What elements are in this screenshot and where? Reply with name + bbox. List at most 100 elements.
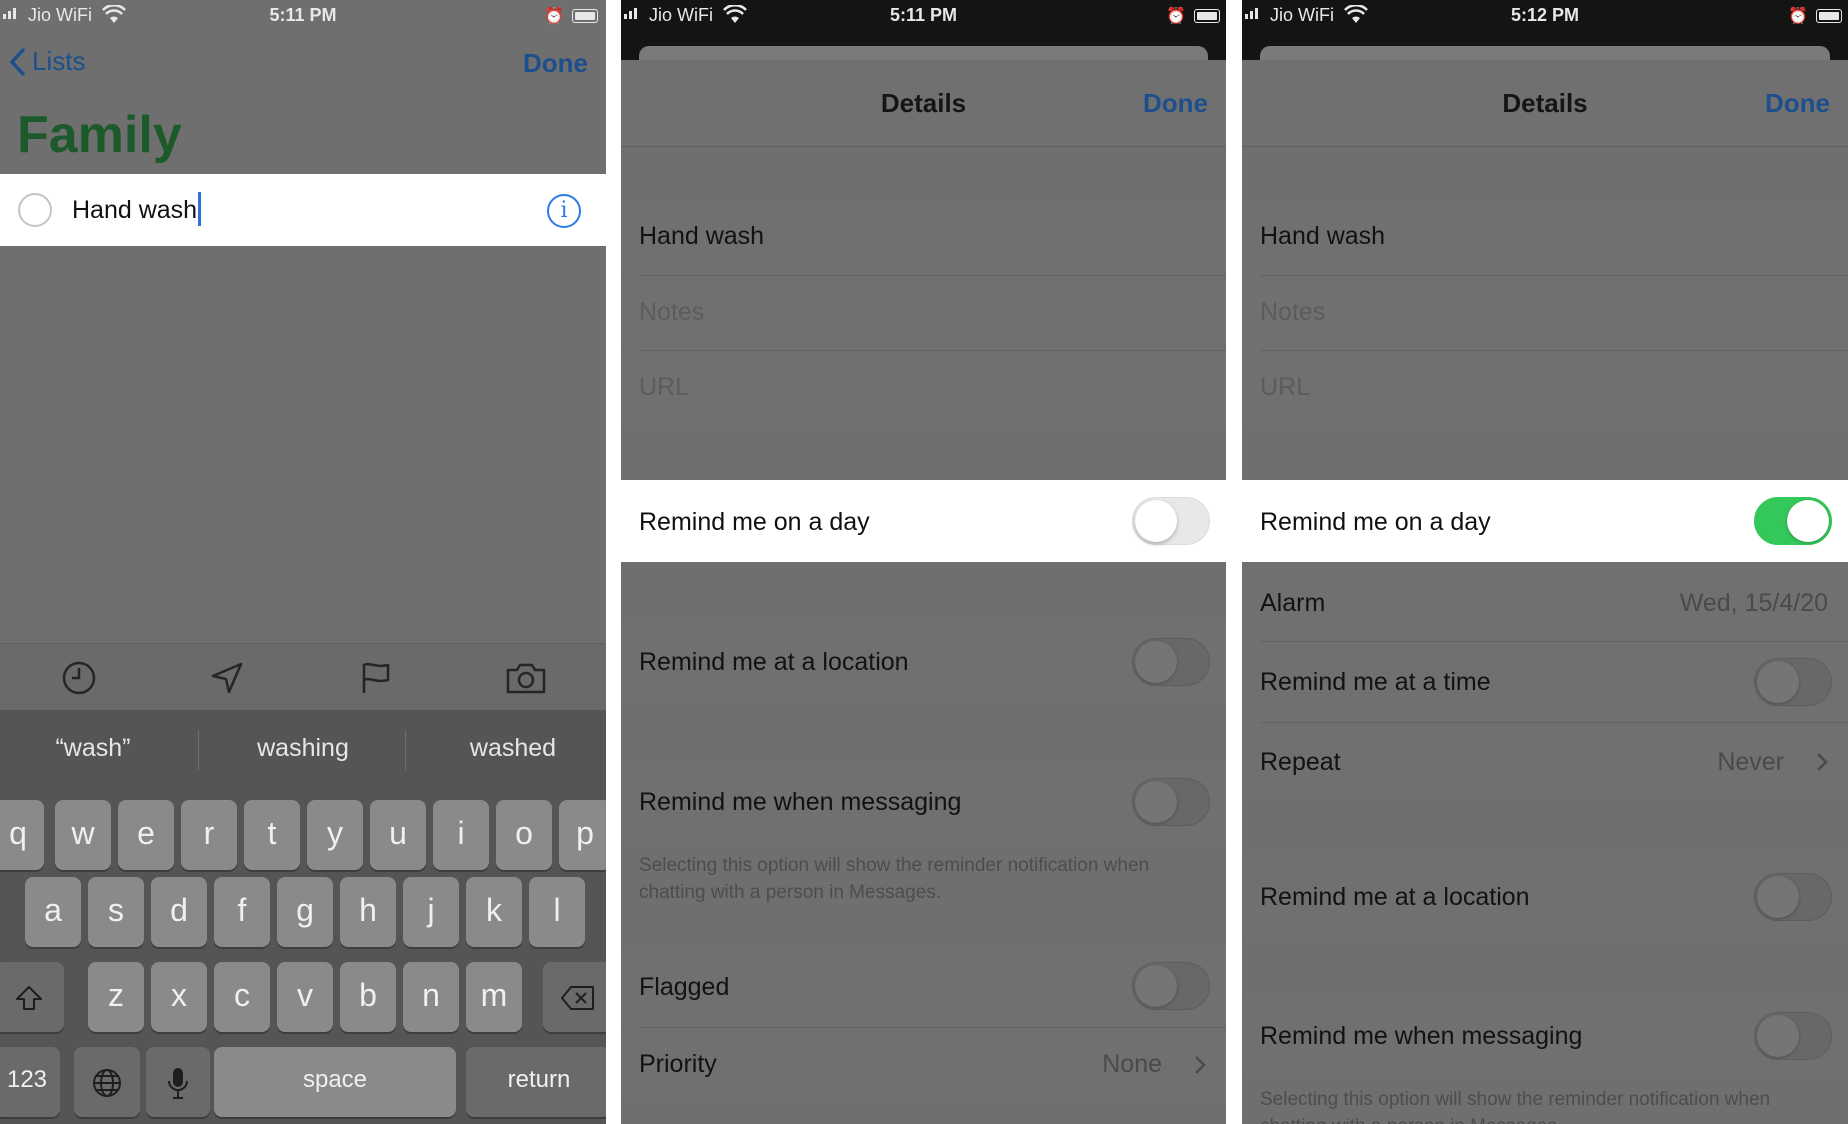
flag-icon[interactable] [358,660,394,696]
key[interactable]: o [496,800,552,870]
details-header: Details Done [621,60,1226,147]
key[interactable]: e [118,800,174,870]
key[interactable]: d [151,877,207,947]
reminder-row[interactable]: Hand wash i [0,174,606,246]
key[interactable]: b [340,962,396,1032]
camera-icon[interactable] [505,660,547,696]
key[interactable]: f [214,877,270,947]
delete-key[interactable] [543,962,606,1032]
done-button[interactable]: Done [1143,88,1208,119]
notes-field[interactable]: Notes [621,276,1226,350]
toggle-knob [1135,781,1177,823]
remind-location-row: Remind me at a location [621,620,1226,704]
key[interactable]: r [181,800,237,870]
remind-day-label: Remind me on a day [639,508,870,536]
remind-day-row: Remind me on a day [1242,480,1848,562]
key[interactable]: w [55,800,111,870]
complete-circle[interactable] [18,193,52,227]
remind-day-toggle[interactable] [1754,497,1832,545]
status-bar: Jio WiFi 5:12 PM ⏰ [1242,0,1848,32]
key[interactable]: a [25,877,81,947]
messaging-note: Selecting this option will show the remi… [1260,1089,1771,1124]
priority-value: None [1102,1050,1162,1078]
key[interactable]: c [214,962,270,1032]
key[interactable]: z [88,962,144,1032]
remind-location-label: Remind me at a location [639,648,909,676]
key[interactable]: l [529,877,585,947]
key[interactable]: j [403,877,459,947]
done-button[interactable]: Done [1765,88,1830,119]
details-screen-off: Jio WiFi 5:11 PM ⏰ Details Done Hand was… [621,0,1226,1124]
remind-messaging-row: Remind me when messaging [1242,994,1848,1078]
clock-icon[interactable] [61,660,97,696]
flagged-label: Flagged [639,973,730,1001]
list-title: Family [17,106,182,164]
title-field[interactable]: Hand wash [621,200,1226,275]
return-key[interactable]: return [466,1047,606,1117]
repeat-label: Repeat [1260,748,1341,776]
alarm-row[interactable]: Alarm Wed, 15/4/20 [1242,563,1848,641]
key[interactable]: x [151,962,207,1032]
repeat-value: Never [1717,748,1784,776]
shift-key[interactable] [0,962,64,1032]
key[interactable]: m [466,962,522,1032]
dictation-key[interactable] [146,1047,210,1117]
battery-icon [1816,9,1842,23]
predictive-bar: “wash” washing washed [0,710,606,790]
status-bar: Jio WiFi 5:11 PM ⏰ [621,0,1226,32]
globe-key[interactable] [74,1047,140,1117]
key[interactable]: g [277,877,333,947]
suggestion-item[interactable]: washed [413,734,606,763]
toggle-knob [1135,965,1177,1007]
battery-icon [1194,9,1220,23]
location-arrow-icon[interactable] [209,660,245,696]
key[interactable]: k [466,877,522,947]
alarm-icon: ⏰ [1788,8,1808,25]
key[interactable]: h [340,877,396,947]
keyboard: q w e r t y u i o p a s d f g h j k l z … [0,790,606,1124]
key[interactable]: v [277,962,333,1032]
remind-messaging-toggle[interactable] [1132,778,1210,826]
alarm-label: Alarm [1260,589,1326,617]
remind-location-toggle[interactable] [1132,638,1210,686]
space-key[interactable]: space [214,1047,456,1117]
key[interactable]: y [307,800,363,870]
suggestion-item[interactable]: “wash” [0,734,193,763]
alarm-value: Wed, 15/4/20 [1679,589,1828,617]
toggle-knob [1757,661,1799,703]
flagged-toggle[interactable] [1132,962,1210,1010]
remind-messaging-toggle[interactable] [1754,1012,1832,1060]
remind-location-toggle[interactable] [1754,873,1832,921]
page-title: Details [1502,88,1588,118]
info-circle-icon[interactable]: i [547,194,581,228]
numbers-key[interactable]: 123 [0,1047,60,1117]
remind-day-toggle[interactable] [1132,497,1210,545]
page-title: Details [880,88,967,118]
key[interactable]: n [403,962,459,1032]
repeat-row[interactable]: Repeat Never [1242,723,1848,800]
back-button[interactable]: Lists [8,46,85,77]
remind-time-toggle[interactable] [1754,658,1832,706]
key[interactable]: p [559,800,606,870]
key[interactable]: t [244,800,300,870]
toggle-knob [1135,641,1177,683]
key[interactable]: q [0,800,44,870]
done-button[interactable]: Done [523,48,588,79]
toggle-knob [1757,876,1799,918]
url-field[interactable]: URL [621,351,1226,425]
url-field[interactable]: URL [1242,351,1848,425]
notes-field[interactable]: Notes [1242,276,1848,350]
shift-icon [16,985,42,1010]
key[interactable]: i [433,800,489,870]
priority-row[interactable]: Priority None [621,1028,1226,1102]
suggestion-item[interactable]: washing [203,734,403,763]
title-field[interactable]: Hand wash [1242,200,1848,275]
divider [198,730,199,770]
chevron-left-icon [10,47,25,76]
alarm-icon: ⏰ [1166,8,1186,25]
key[interactable]: u [370,800,426,870]
key[interactable]: s [88,877,144,947]
reminder-title-input[interactable]: Hand wash [72,192,202,227]
status-time: 5:12 PM [1510,5,1580,25]
messaging-note: Selecting this option will show the remi… [639,855,1150,903]
